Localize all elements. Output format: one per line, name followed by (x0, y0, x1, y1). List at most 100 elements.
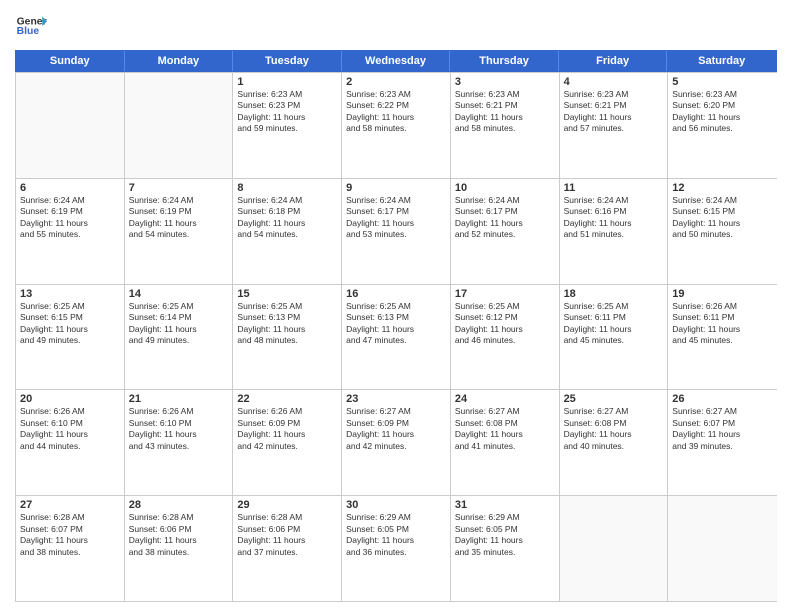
day-number: 27 (20, 499, 120, 511)
day-cell-27: 27Sunrise: 6:28 AMSunset: 6:07 PMDayligh… (16, 496, 125, 601)
day-number: 1 (237, 76, 337, 88)
day-cell-20: 20Sunrise: 6:26 AMSunset: 6:10 PMDayligh… (16, 390, 125, 495)
cell-info-line: Daylight: 11 hours (346, 429, 446, 440)
cell-info-line: Sunset: 6:12 PM (455, 312, 555, 323)
day-number: 20 (20, 393, 120, 405)
cell-info-line: and 38 minutes. (129, 547, 229, 558)
day-number: 22 (237, 393, 337, 405)
cell-info-line: and 59 minutes. (237, 123, 337, 134)
cell-info-line: Sunset: 6:20 PM (672, 100, 773, 111)
day-number: 26 (672, 393, 773, 405)
cell-info-line: Sunrise: 6:27 AM (564, 406, 664, 417)
cell-info-line: Sunset: 6:11 PM (672, 312, 773, 323)
day-cell-26: 26Sunrise: 6:27 AMSunset: 6:07 PMDayligh… (668, 390, 777, 495)
day-cell-1: 1Sunrise: 6:23 AMSunset: 6:23 PMDaylight… (233, 73, 342, 178)
day-cell-15: 15Sunrise: 6:25 AMSunset: 6:13 PMDayligh… (233, 285, 342, 390)
day-number: 9 (346, 182, 446, 194)
cell-info-line: and 41 minutes. (455, 441, 555, 452)
cell-info-line: and 52 minutes. (455, 229, 555, 240)
day-number: 17 (455, 288, 555, 300)
cell-info-line: Sunset: 6:08 PM (455, 418, 555, 429)
cell-info-line: Sunrise: 6:28 AM (237, 512, 337, 523)
day-cell-7: 7Sunrise: 6:24 AMSunset: 6:19 PMDaylight… (125, 179, 234, 284)
cell-info-line: Daylight: 11 hours (346, 112, 446, 123)
day-cell-8: 8Sunrise: 6:24 AMSunset: 6:18 PMDaylight… (233, 179, 342, 284)
day-cell-25: 25Sunrise: 6:27 AMSunset: 6:08 PMDayligh… (560, 390, 669, 495)
day-cell-21: 21Sunrise: 6:26 AMSunset: 6:10 PMDayligh… (125, 390, 234, 495)
header-day-thursday: Thursday (450, 51, 559, 71)
day-number: 15 (237, 288, 337, 300)
cell-info-line: Sunrise: 6:23 AM (672, 89, 773, 100)
cell-info-line: Sunset: 6:15 PM (20, 312, 120, 323)
header-day-tuesday: Tuesday (233, 51, 342, 71)
cell-info-line: Daylight: 11 hours (455, 218, 555, 229)
cell-info-line: and 40 minutes. (564, 441, 664, 452)
cell-info-line: and 39 minutes. (672, 441, 773, 452)
cell-info-line: Daylight: 11 hours (346, 535, 446, 546)
svg-text:Blue: Blue (17, 26, 40, 37)
cell-info-line: Sunset: 6:17 PM (346, 206, 446, 217)
day-cell-5: 5Sunrise: 6:23 AMSunset: 6:20 PMDaylight… (668, 73, 777, 178)
cell-info-line: Daylight: 11 hours (455, 324, 555, 335)
empty-cell (560, 496, 669, 601)
cell-info-line: Daylight: 11 hours (20, 429, 120, 440)
cell-info-line: Sunset: 6:21 PM (564, 100, 664, 111)
day-number: 6 (20, 182, 120, 194)
day-number: 31 (455, 499, 555, 511)
cell-info-line: Daylight: 11 hours (672, 112, 773, 123)
cell-info-line: Sunset: 6:18 PM (237, 206, 337, 217)
day-number: 3 (455, 76, 555, 88)
cell-info-line: Daylight: 11 hours (346, 218, 446, 229)
day-number: 11 (564, 182, 664, 194)
cell-info-line: Sunset: 6:06 PM (129, 524, 229, 535)
cell-info-line: Daylight: 11 hours (564, 429, 664, 440)
cell-info-line: Sunrise: 6:24 AM (564, 195, 664, 206)
day-cell-10: 10Sunrise: 6:24 AMSunset: 6:17 PMDayligh… (451, 179, 560, 284)
day-number: 28 (129, 499, 229, 511)
day-cell-9: 9Sunrise: 6:24 AMSunset: 6:17 PMDaylight… (342, 179, 451, 284)
day-number: 23 (346, 393, 446, 405)
day-number: 5 (672, 76, 773, 88)
cell-info-line: and 58 minutes. (455, 123, 555, 134)
cell-info-line: Sunrise: 6:24 AM (346, 195, 446, 206)
cell-info-line: Daylight: 11 hours (564, 218, 664, 229)
cell-info-line: Daylight: 11 hours (564, 112, 664, 123)
cell-info-line: Sunrise: 6:25 AM (129, 301, 229, 312)
cell-info-line: Sunrise: 6:29 AM (455, 512, 555, 523)
calendar-row-5: 27Sunrise: 6:28 AMSunset: 6:07 PMDayligh… (16, 495, 777, 601)
cell-info-line: Sunset: 6:06 PM (237, 524, 337, 535)
cell-info-line: and 49 minutes. (129, 335, 229, 346)
day-cell-12: 12Sunrise: 6:24 AMSunset: 6:15 PMDayligh… (668, 179, 777, 284)
cell-info-line: and 54 minutes. (237, 229, 337, 240)
cell-info-line: Sunrise: 6:26 AM (237, 406, 337, 417)
day-cell-2: 2Sunrise: 6:23 AMSunset: 6:22 PMDaylight… (342, 73, 451, 178)
day-number: 21 (129, 393, 229, 405)
cell-info-line: Sunset: 6:23 PM (237, 100, 337, 111)
day-cell-28: 28Sunrise: 6:28 AMSunset: 6:06 PMDayligh… (125, 496, 234, 601)
day-cell-13: 13Sunrise: 6:25 AMSunset: 6:15 PMDayligh… (16, 285, 125, 390)
cell-info-line: and 50 minutes. (672, 229, 773, 240)
cell-info-line: Daylight: 11 hours (129, 324, 229, 335)
day-cell-14: 14Sunrise: 6:25 AMSunset: 6:14 PMDayligh… (125, 285, 234, 390)
day-number: 13 (20, 288, 120, 300)
day-cell-22: 22Sunrise: 6:26 AMSunset: 6:09 PMDayligh… (233, 390, 342, 495)
cell-info-line: Daylight: 11 hours (237, 535, 337, 546)
cell-info-line: Sunrise: 6:24 AM (20, 195, 120, 206)
cell-info-line: Sunset: 6:19 PM (20, 206, 120, 217)
cell-info-line: and 51 minutes. (564, 229, 664, 240)
day-number: 7 (129, 182, 229, 194)
cell-info-line: Sunrise: 6:26 AM (20, 406, 120, 417)
header-day-monday: Monday (125, 51, 234, 71)
cell-info-line: Sunrise: 6:28 AM (129, 512, 229, 523)
cell-info-line: Sunrise: 6:26 AM (129, 406, 229, 417)
cell-info-line: and 54 minutes. (129, 229, 229, 240)
cell-info-line: Sunset: 6:13 PM (346, 312, 446, 323)
calendar-header: SundayMondayTuesdayWednesdayThursdayFrid… (15, 50, 777, 72)
cell-info-line: Daylight: 11 hours (129, 429, 229, 440)
cell-info-line: Sunset: 6:11 PM (564, 312, 664, 323)
cell-info-line: Sunset: 6:13 PM (237, 312, 337, 323)
calendar-row-2: 6Sunrise: 6:24 AMSunset: 6:19 PMDaylight… (16, 178, 777, 284)
cell-info-line: and 53 minutes. (346, 229, 446, 240)
cell-info-line: Sunrise: 6:23 AM (564, 89, 664, 100)
cell-info-line: Sunset: 6:09 PM (346, 418, 446, 429)
